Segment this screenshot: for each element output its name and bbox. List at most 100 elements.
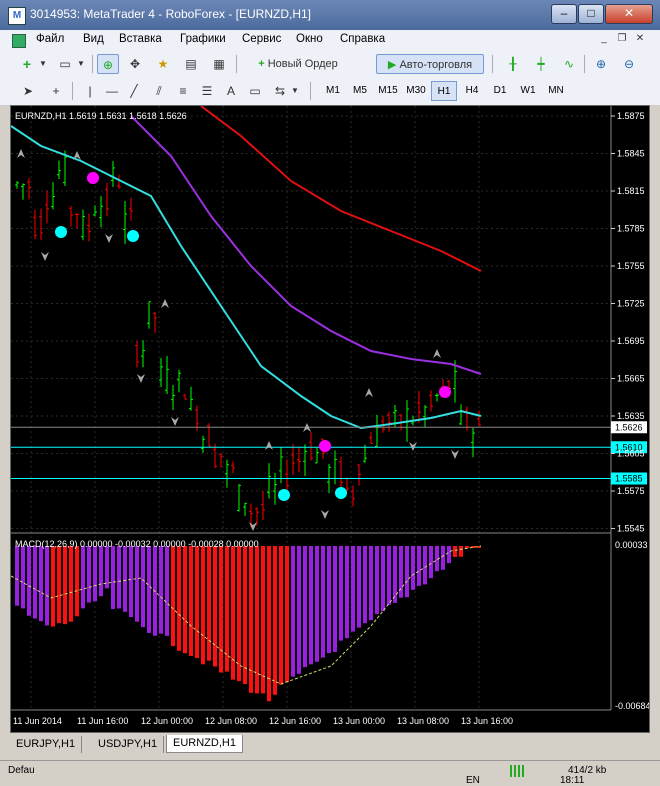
chart-symbol-info: EURNZD,H1 1.5619 1.5631 1.5618 1.5626	[15, 111, 187, 121]
tab-eurjpy[interactable]: EURJPY,H1	[10, 736, 83, 753]
fractal-up-arrow	[265, 441, 273, 450]
macd-bar	[285, 546, 289, 683]
toolbar-separator	[492, 55, 493, 73]
timeframe-m30[interactable]: M30	[403, 81, 429, 101]
zoom-in-icon[interactable]: ⊕	[590, 54, 612, 74]
crosshair-icon[interactable]: +	[46, 81, 66, 101]
macd-bar	[447, 546, 451, 564]
text-tool-icon[interactable]: A	[222, 81, 240, 101]
terminal-icon[interactable]: ▤	[180, 54, 202, 74]
profiles-icon[interactable]: ▭	[54, 54, 76, 74]
trendline-icon[interactable]: ╱	[126, 81, 142, 101]
autotrading-icon: ▶	[387, 59, 397, 71]
navigator-icon[interactable]: ★	[152, 54, 174, 74]
zoom-out-icon[interactable]: ⊖	[618, 54, 640, 74]
strategy-tester-icon[interactable]: ▦	[208, 54, 230, 74]
chevron-down-icon[interactable]: ▼	[76, 54, 86, 74]
macd-info: MACD(12,26,9) 0.00000 -0.00032 0.00000 -…	[15, 539, 259, 549]
macd-bar	[21, 546, 25, 609]
maximize-button[interactable]: □	[578, 4, 604, 24]
chart-window-icon[interactable]	[12, 34, 26, 48]
menu-view[interactable]: Вид	[83, 33, 104, 45]
time-label: 13 Jun 08:00	[397, 716, 449, 726]
timeframe-w1[interactable]: W1	[515, 81, 541, 101]
price-chart[interactable]: 1.56101.55851.5626 1.58751.58451.58151.5…	[11, 106, 649, 732]
menu-file[interactable]: Файл	[36, 33, 64, 45]
timeframe-m1[interactable]: M1	[320, 81, 346, 101]
fractal-up-arrow	[365, 388, 373, 397]
new-order-button[interactable]: + Новый Ордер	[244, 54, 352, 74]
macd-bar	[225, 546, 229, 672]
channel-icon[interactable]: ⫽	[148, 81, 170, 101]
tab-eurnzd[interactable]: EURNZD,H1	[166, 735, 243, 753]
market-watch-icon[interactable]: ⊕	[97, 54, 119, 74]
macd-bar	[87, 546, 91, 603]
macd-bar	[291, 546, 295, 677]
timeframe-h1[interactable]: H1	[431, 81, 457, 101]
bar-chart-icon[interactable]: ╂	[502, 54, 524, 74]
macd-bar	[339, 546, 343, 641]
time-label: 12 Jun 16:00	[269, 716, 321, 726]
fibonacci-icon[interactable]: ≡	[172, 81, 194, 101]
signal-dot-cyan	[127, 230, 139, 242]
timeframe-mn[interactable]: MN	[543, 81, 569, 101]
price-label: 1.5545	[617, 524, 645, 534]
candlestick-icon[interactable]: ┿	[530, 54, 552, 74]
price-label: 1.5605	[617, 449, 645, 459]
macd-bar	[327, 546, 331, 654]
chart-window[interactable]: 1.5610 1.5585 1.5626 1.5875 1.5845 1.5815 1.5…	[10, 105, 650, 733]
mdi-minimize-icon[interactable]: _	[598, 33, 610, 45]
mdi-close-icon[interactable]: ✕	[634, 33, 646, 45]
close-button[interactable]: ✕	[605, 4, 653, 24]
cursor-icon[interactable]: ➤	[18, 81, 38, 101]
line-chart-icon[interactable]: ∿	[558, 54, 580, 74]
macd-bar	[273, 546, 277, 695]
autotrading-label: Авто-торговля	[399, 59, 473, 71]
macd-bar	[69, 546, 73, 622]
macd-bar	[75, 546, 79, 617]
macd-bar	[351, 546, 355, 632]
macd-bar	[333, 546, 337, 652]
toolbar-separator	[310, 82, 311, 100]
menu-insert[interactable]: Вставка	[119, 33, 162, 45]
tab-usdjpy[interactable]: USDJPY,H1	[92, 736, 165, 753]
macd-bar	[453, 546, 457, 557]
signal-markers	[17, 149, 459, 531]
chevron-down-icon[interactable]: ▼	[290, 81, 300, 101]
macd-bar	[99, 546, 103, 597]
timeframe-h4[interactable]: H4	[459, 81, 485, 101]
line-studies-toolbar: ➤ + | — ╱ ⫽ ≡ ☰ A ▭ ⇆ ▼ M1 M5 M15 M30 H1…	[0, 78, 660, 106]
timeframe-m15[interactable]: M15	[375, 81, 401, 101]
fractal-down-arrow	[41, 252, 49, 261]
fractal-down-arrow	[105, 234, 113, 243]
menu-tools[interactable]: Сервис	[242, 33, 281, 45]
timeframe-d1[interactable]: D1	[487, 81, 513, 101]
new-order-icon: +	[258, 58, 265, 70]
chevron-down-icon[interactable]: ▼	[38, 54, 48, 74]
macd-bar	[147, 546, 151, 633]
time-label: 12 Jun 08:00	[205, 716, 257, 726]
menu-charts[interactable]: Графики	[180, 33, 226, 45]
mdi-restore-icon[interactable]: ❐	[616, 33, 628, 45]
macd-bar	[51, 546, 55, 627]
timeframe-m5[interactable]: M5	[347, 81, 373, 101]
time-label: 11 Jun 16:00	[77, 716, 128, 726]
autotrading-button[interactable]: ▶ Авто-торговля	[376, 54, 484, 74]
macd-bar	[297, 546, 301, 674]
vertical-line-icon[interactable]: |	[82, 81, 98, 101]
menu-help[interactable]: Справка	[340, 33, 385, 45]
fibonacci-fan-icon[interactable]: ☰	[196, 81, 218, 101]
horizontal-line-icon[interactable]: —	[104, 81, 120, 101]
text-label-icon[interactable]: ▭	[246, 81, 264, 101]
data-window-icon[interactable]: ✥	[124, 54, 146, 74]
new-chart-icon[interactable]: +	[16, 54, 38, 74]
right-margin	[650, 105, 660, 733]
macd-bar	[387, 546, 391, 605]
macd-bar	[465, 546, 469, 548]
fractal-down-arrow	[137, 374, 145, 383]
signal-dot-magenta	[439, 386, 451, 398]
macd-bar	[303, 546, 307, 668]
arrows-icon[interactable]: ⇆	[270, 81, 290, 101]
menu-window[interactable]: Окно	[296, 33, 323, 45]
minimize-button[interactable]: –	[551, 4, 577, 24]
